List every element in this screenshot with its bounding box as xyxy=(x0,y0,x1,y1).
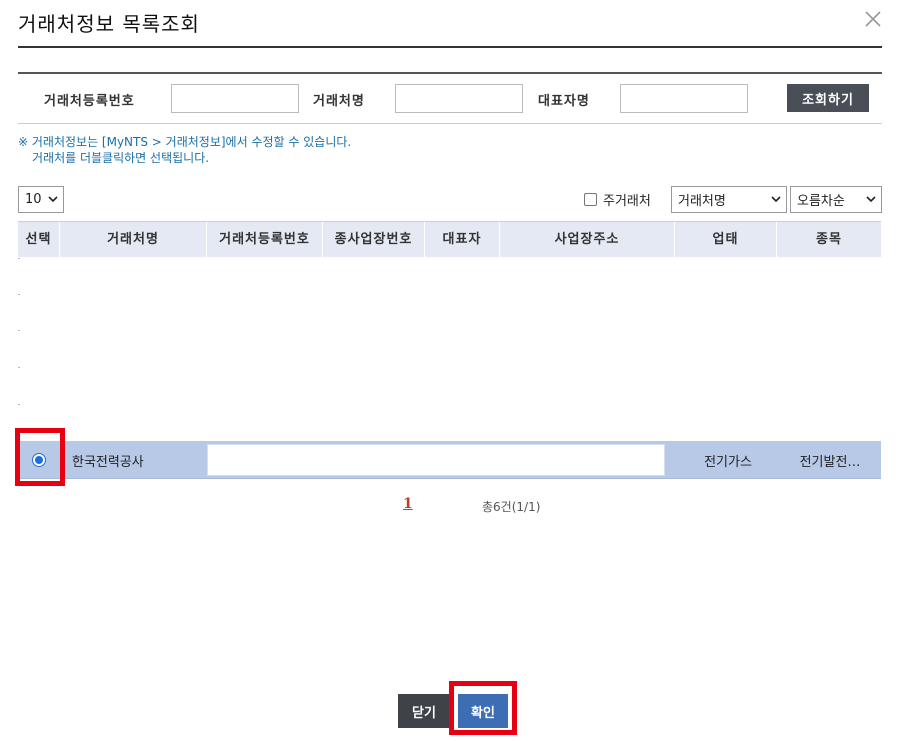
table-header: 선택 거래처명 거래처등록번호 종사업장번호 대표자 사업장주소 업태 종목 xyxy=(18,221,881,258)
chevron-down-icon xyxy=(866,196,876,203)
notice: ※ 거래처정보는 [MyNTS > 거래처정보]에서 수정할 수 있습니다. 거… xyxy=(18,134,351,166)
header-biz-type[interactable]: 업태 xyxy=(675,222,777,258)
header-rep[interactable]: 대표자 xyxy=(425,222,500,258)
sort-order-select[interactable]: 오름차순 xyxy=(790,186,882,213)
page-link-1[interactable]: 1 xyxy=(403,496,413,512)
radio-selected-icon[interactable] xyxy=(32,453,46,467)
sort-key-select[interactable]: 거래처명 xyxy=(671,186,787,213)
favorite-label: 주거래처 xyxy=(603,194,651,209)
header-sub-no[interactable]: 종사업장번호 xyxy=(323,222,425,258)
reg-no-input[interactable] xyxy=(171,84,299,113)
search-panel: 거래처등록번호 거래처명 대표자명 조회하기 xyxy=(18,72,882,124)
row-marker xyxy=(18,258,20,259)
title-divider xyxy=(18,46,882,48)
confirm-button[interactable]: 확인 xyxy=(458,694,508,728)
header-biz-item[interactable]: 종목 xyxy=(777,222,881,258)
empty-rows xyxy=(18,257,881,441)
row-biz-type: 전기가스 xyxy=(704,454,752,470)
name-label: 거래처명 xyxy=(313,94,365,109)
reg-no-label: 거래처등록번호 xyxy=(44,94,135,109)
header-name[interactable]: 거래처명 xyxy=(60,222,207,258)
sort-key-value: 거래처명 xyxy=(678,194,726,209)
notice-line-2: 거래처를 더블클릭하면 선택됩니다. xyxy=(32,151,210,165)
rep-input[interactable] xyxy=(620,84,748,113)
checkbox-icon[interactable] xyxy=(584,193,597,206)
name-input[interactable] xyxy=(395,84,523,113)
chevron-down-icon xyxy=(771,196,781,203)
chevron-down-icon xyxy=(48,196,58,203)
row-biz-item: 전기발전… xyxy=(799,454,861,470)
close-button[interactable]: 닫기 xyxy=(398,694,450,728)
row-select-cell[interactable] xyxy=(18,441,60,479)
row-name: 한국전력공사 xyxy=(72,454,144,470)
table-row[interactable]: 한국전력공사 전기가스 전기발전… xyxy=(18,441,881,479)
rep-label: 대표자명 xyxy=(538,94,590,109)
notice-line-1: ※ 거래처정보는 [MyNTS > 거래처정보]에서 수정할 수 있습니다. xyxy=(18,135,352,149)
search-button[interactable]: 조회하기 xyxy=(787,84,869,112)
row-marker xyxy=(18,294,20,295)
header-select: 선택 xyxy=(18,222,60,258)
favorite-checkbox[interactable]: 주거래처 xyxy=(584,190,651,209)
header-reg-no[interactable]: 거래처등록번호 xyxy=(207,222,323,258)
row-marker xyxy=(18,330,20,331)
dialog-title: 거래처정보 목록조회 xyxy=(18,12,200,36)
row-marker xyxy=(18,404,20,405)
page-size-select[interactable]: 10 xyxy=(18,186,64,213)
row-blank-cells xyxy=(207,441,677,479)
row-marker xyxy=(18,367,20,368)
total-count: 총6건(1/1) xyxy=(482,500,541,514)
close-icon[interactable] xyxy=(862,8,884,30)
page-size-value: 10 xyxy=(25,192,42,207)
row-detail-blank xyxy=(207,444,665,476)
sort-order-value: 오름차순 xyxy=(797,194,845,209)
header-address[interactable]: 사업장주소 xyxy=(500,222,675,258)
